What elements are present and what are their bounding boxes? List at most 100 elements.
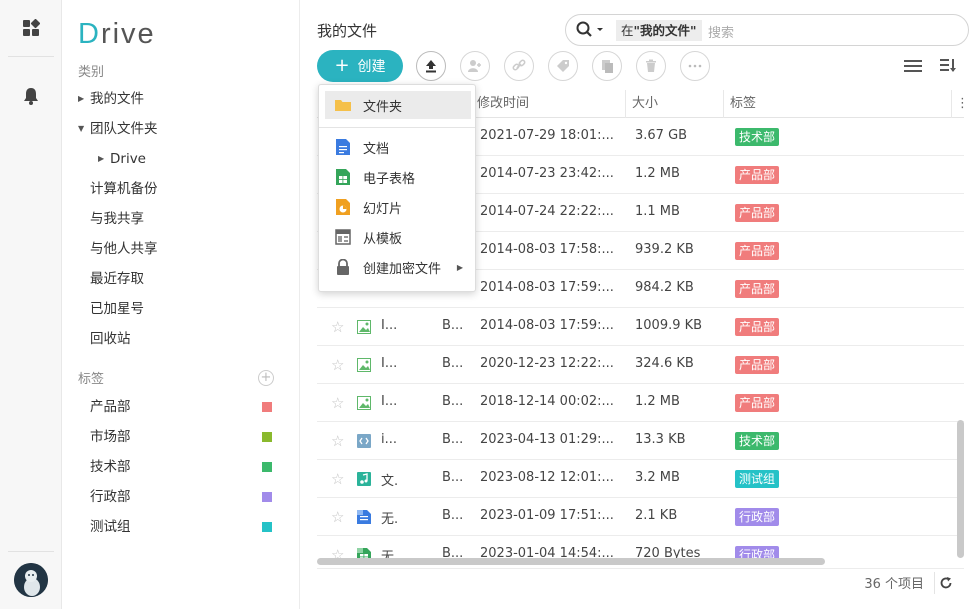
- sidebar-item-trash[interactable]: 回收站: [90, 328, 300, 350]
- sidebar-item-drive[interactable]: ▶ Drive: [98, 148, 308, 170]
- file-owner: B...: [442, 432, 464, 447]
- table-row[interactable]: ☆ I... B... 2018-12-14 00:02:... 1.2 MB …: [317, 384, 964, 422]
- tag-label: 产品部: [90, 399, 131, 415]
- menu-item-label: 幻灯片: [363, 201, 403, 217]
- table-row[interactable]: ☆ 无. B... 2023-01-09 17:51:... 2.1 KB 行政…: [317, 498, 964, 536]
- link-button[interactable]: [504, 51, 534, 81]
- column-header-mtime[interactable]: 修改时间: [470, 90, 625, 118]
- file-name[interactable]: I...: [381, 318, 397, 333]
- tag-badge[interactable]: 技术部: [735, 432, 780, 450]
- star-icon[interactable]: ☆: [331, 356, 344, 374]
- tag-color-swatch: [262, 432, 272, 442]
- avatar[interactable]: [14, 563, 48, 597]
- tag-badge[interactable]: 产品部: [735, 242, 780, 260]
- tag-label: 测试组: [90, 519, 131, 535]
- add-user-icon: [468, 60, 481, 72]
- sidebar-item-shared-with-others[interactable]: 与他人共享: [90, 238, 300, 260]
- horizontal-scroll-thumb[interactable]: [317, 558, 825, 565]
- file-mtime: 2020-12-23 12:22:...: [480, 356, 614, 371]
- file-name[interactable]: I...: [381, 356, 397, 371]
- tag-badge[interactable]: 技术部: [735, 128, 780, 146]
- menu-item-from-template[interactable]: 从模板: [325, 223, 471, 251]
- sidebar-item-shared-with-me[interactable]: 与我共享: [90, 208, 300, 230]
- search-input[interactable]: 在"我的文件" 搜索: [565, 14, 969, 46]
- table-row[interactable]: ☆ i... B... 2023-04-13 01:29:... 13.3 KB…: [317, 422, 964, 460]
- collapse-caret-icon[interactable]: ▼: [78, 118, 90, 140]
- file-owner: B...: [442, 470, 464, 485]
- table-row[interactable]: ☆ I... B... 2020-12-23 12:22:... 324.6 K…: [317, 346, 964, 384]
- file-size: 3.67 GB: [635, 128, 688, 143]
- horizontal-scrollbar[interactable]: [317, 556, 964, 566]
- delete-button[interactable]: [636, 51, 666, 81]
- sidebar-item-label: 与他人共享: [90, 241, 158, 257]
- table-row[interactable]: ☆ 文. B... 2023-08-12 12:01:... 3.2 MB 测试…: [317, 460, 964, 498]
- image-file-icon: [357, 319, 371, 335]
- search-icon[interactable]: [576, 21, 606, 43]
- file-owner: B...: [442, 508, 464, 523]
- tag-badge[interactable]: 产品部: [735, 166, 780, 184]
- add-tag-button[interactable]: +: [258, 370, 274, 386]
- expand-caret-icon[interactable]: ▶: [98, 148, 110, 170]
- file-name[interactable]: 无.: [381, 508, 398, 527]
- file-size: 324.6 KB: [635, 356, 694, 371]
- file-mtime: 2014-08-03 17:59:...: [480, 318, 614, 333]
- upload-button[interactable]: [416, 51, 446, 81]
- menu-item-spreadsheet[interactable]: 电子表格: [325, 163, 471, 191]
- notification-bell-icon[interactable]: [19, 84, 43, 108]
- menu-item-folder[interactable]: 文件夹: [325, 91, 471, 119]
- sidebar-item-recent[interactable]: 最近存取: [90, 268, 300, 290]
- search-placeholder: 搜索: [708, 26, 735, 41]
- file-mtime: 2018-12-14 00:02:...: [480, 394, 614, 409]
- sidebar-item-computer-backup[interactable]: 计算机备份: [90, 178, 300, 200]
- more-actions-button[interactable]: [680, 51, 710, 81]
- document-icon: [335, 139, 351, 155]
- tag-label: 技术部: [90, 459, 131, 475]
- create-label: 创建: [357, 59, 386, 75]
- tag-badge[interactable]: 产品部: [735, 318, 780, 336]
- column-menu-icon[interactable]: ⋮: [951, 90, 969, 118]
- refresh-icon[interactable]: [934, 572, 956, 594]
- table-row[interactable]: ☆ I... B... 2014-08-03 17:59:... 1009.9 …: [317, 308, 964, 346]
- vertical-scrollbar[interactable]: [957, 420, 964, 558]
- share-user-button[interactable]: [460, 51, 490, 81]
- star-icon[interactable]: ☆: [331, 470, 344, 488]
- sidebar-item-starred[interactable]: 已加星号: [90, 298, 300, 320]
- menu-item-document[interactable]: 文档: [325, 133, 471, 161]
- rail-divider: [8, 551, 54, 552]
- tag-badge[interactable]: 产品部: [735, 280, 780, 298]
- star-icon[interactable]: ☆: [331, 508, 344, 526]
- file-name[interactable]: 文.: [381, 470, 398, 489]
- file-mtime: 2023-01-09 17:51:...: [480, 508, 614, 523]
- search-scope-chip[interactable]: 在"我的文件": [616, 20, 702, 41]
- tag-badge[interactable]: 产品部: [735, 356, 780, 374]
- file-mtime: 2023-08-12 12:01:...: [480, 470, 614, 485]
- sidebar-item-my-files[interactable]: ▶ 我的文件: [78, 88, 288, 110]
- tag-badge[interactable]: 产品部: [735, 394, 780, 412]
- star-icon[interactable]: ☆: [331, 394, 344, 412]
- create-button[interactable]: + 创建: [317, 50, 403, 82]
- sort-icon[interactable]: [939, 56, 959, 76]
- copy-button[interactable]: [592, 51, 622, 81]
- column-header-size[interactable]: 大小: [625, 90, 723, 118]
- tag-badge[interactable]: 产品部: [735, 204, 780, 222]
- column-header-tags[interactable]: 标签: [723, 90, 951, 118]
- menu-item-label: 从模板: [363, 231, 403, 247]
- file-name[interactable]: I...: [381, 394, 397, 409]
- menu-item-slides[interactable]: 幻灯片: [325, 193, 471, 221]
- tag-button[interactable]: [548, 51, 578, 81]
- menu-item-create-encrypted[interactable]: 创建加密文件 ▶: [325, 253, 471, 281]
- star-icon[interactable]: ☆: [331, 432, 344, 450]
- list-view-icon[interactable]: [903, 56, 923, 76]
- sidebar-item-team-folders[interactable]: ▼ 团队文件夹: [78, 118, 288, 140]
- app-grid-icon[interactable]: [19, 16, 43, 40]
- tag-badge[interactable]: 行政部: [735, 508, 780, 526]
- star-icon[interactable]: ☆: [331, 318, 344, 336]
- sidebar-item-label: 回收站: [90, 331, 131, 347]
- sidebar-item-label: Drive: [110, 151, 146, 167]
- create-dropdown-menu: 文件夹 文档 电子表格 幻灯片 从模板 创建加密文件 ▶: [318, 84, 476, 292]
- file-name[interactable]: i...: [381, 432, 397, 447]
- tag-badge[interactable]: 测试组: [735, 470, 780, 488]
- tags-section-label: 标签: [78, 372, 105, 387]
- expand-caret-icon[interactable]: ▶: [78, 88, 90, 110]
- tag-icon: [557, 60, 569, 72]
